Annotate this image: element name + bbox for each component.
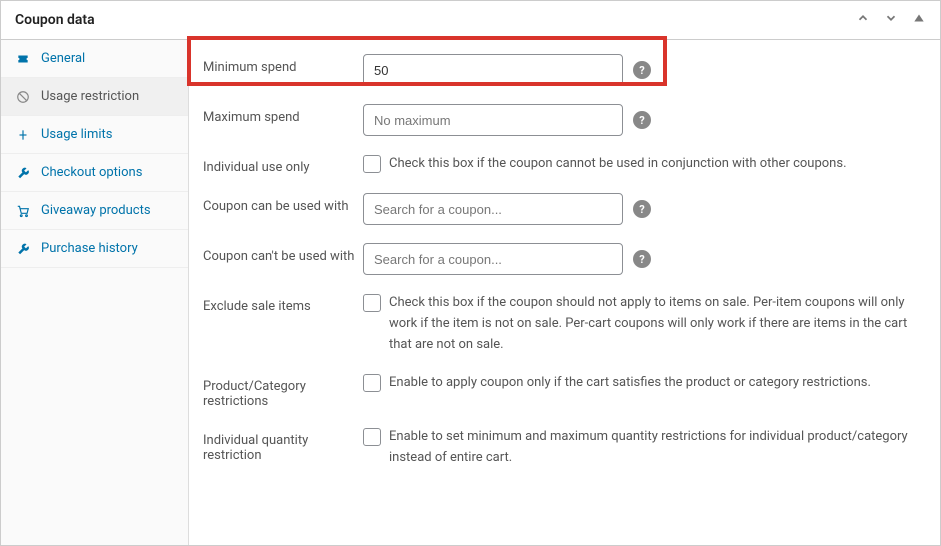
label-product-category: Product/Category restrictions (203, 373, 363, 409)
row-coupon-used-with: Coupon can be used with ? (203, 193, 916, 225)
sidebar-item-label: Checkout options (41, 165, 142, 180)
row-individual-use: Individual use only Check this box if th… (203, 154, 916, 175)
label-individual-use: Individual use only (203, 154, 363, 175)
label-individual-qty: Individual quantity restriction (203, 427, 363, 463)
block-icon (15, 90, 31, 104)
desc-exclude-sale: Check this box if the coupon should not … (389, 293, 916, 355)
help-icon[interactable]: ? (633, 200, 651, 218)
desc-product-category: Enable to apply coupon only if the cart … (389, 373, 871, 394)
checkbox-individual-use[interactable] (363, 155, 381, 173)
move-down-icon[interactable] (884, 11, 898, 29)
panel-header: Coupon data (1, 1, 940, 40)
coupon-data-panel: Coupon data General (0, 0, 941, 546)
help-icon[interactable]: ? (633, 61, 651, 79)
desc-individual-use: Check this box if the coupon cannot be u… (389, 154, 847, 175)
label-maximum-spend: Maximum spend (203, 104, 363, 125)
move-up-icon[interactable] (856, 11, 870, 29)
sidebar-item-label: Usage restriction (41, 89, 139, 104)
checkbox-product-category[interactable] (363, 374, 381, 392)
ticket-icon (15, 52, 31, 66)
sidebar-item-usage-restriction[interactable]: Usage restriction (1, 78, 188, 116)
label-coupon-used-with: Coupon can be used with (203, 193, 363, 214)
panel-body: General Usage restriction Usage limits C… (1, 40, 940, 545)
sidebar-item-checkout-options[interactable]: Checkout options (1, 154, 188, 192)
sidebar-item-label: Usage limits (41, 127, 112, 142)
row-exclude-sale: Exclude sale items Check this box if the… (203, 293, 916, 355)
input-coupon-not-used-with[interactable] (363, 243, 623, 275)
sidebar-item-label: Giveaway products (41, 203, 151, 218)
sidebar-item-general[interactable]: General (1, 40, 188, 78)
label-coupon-not-used-with: Coupon can't be used with (203, 243, 363, 264)
checkbox-exclude-sale[interactable] (363, 294, 381, 312)
help-icon[interactable]: ? (633, 111, 651, 129)
desc-individual-qty: Enable to set minimum and maximum quanti… (389, 427, 916, 469)
input-minimum-spend[interactable] (363, 54, 623, 86)
label-exclude-sale: Exclude sale items (203, 293, 363, 314)
input-coupon-used-with[interactable] (363, 193, 623, 225)
sidebar-item-giveaway-products[interactable]: Giveaway products (1, 192, 188, 230)
row-maximum-spend: Maximum spend ? (203, 104, 916, 136)
input-maximum-spend[interactable] (363, 104, 623, 136)
sliders-icon (15, 128, 31, 142)
row-individual-qty: Individual quantity restriction Enable t… (203, 427, 916, 469)
row-minimum-spend: Minimum spend ? (203, 54, 916, 86)
label-minimum-spend: Minimum spend (203, 54, 363, 75)
sidebar-item-label: General (41, 51, 85, 66)
checkbox-individual-qty[interactable] (363, 428, 381, 446)
panel-toggle-controls (856, 11, 926, 29)
help-icon[interactable]: ? (633, 250, 651, 268)
row-product-category: Product/Category restrictions Enable to … (203, 373, 916, 409)
cart-icon (15, 204, 31, 218)
sidebar: General Usage restriction Usage limits C… (1, 40, 189, 545)
panel-title: Coupon data (15, 12, 95, 28)
content-area: Minimum spend ? Maximum spend ? Individu… (189, 40, 940, 545)
wrench-icon (15, 166, 31, 180)
sidebar-item-usage-limits[interactable]: Usage limits (1, 116, 188, 154)
sidebar-item-label: Purchase history (41, 241, 138, 256)
row-coupon-not-used-with: Coupon can't be used with ? (203, 243, 916, 275)
collapse-icon[interactable] (912, 11, 926, 29)
sidebar-item-purchase-history[interactable]: Purchase history (1, 230, 188, 268)
wrench-icon (15, 242, 31, 256)
